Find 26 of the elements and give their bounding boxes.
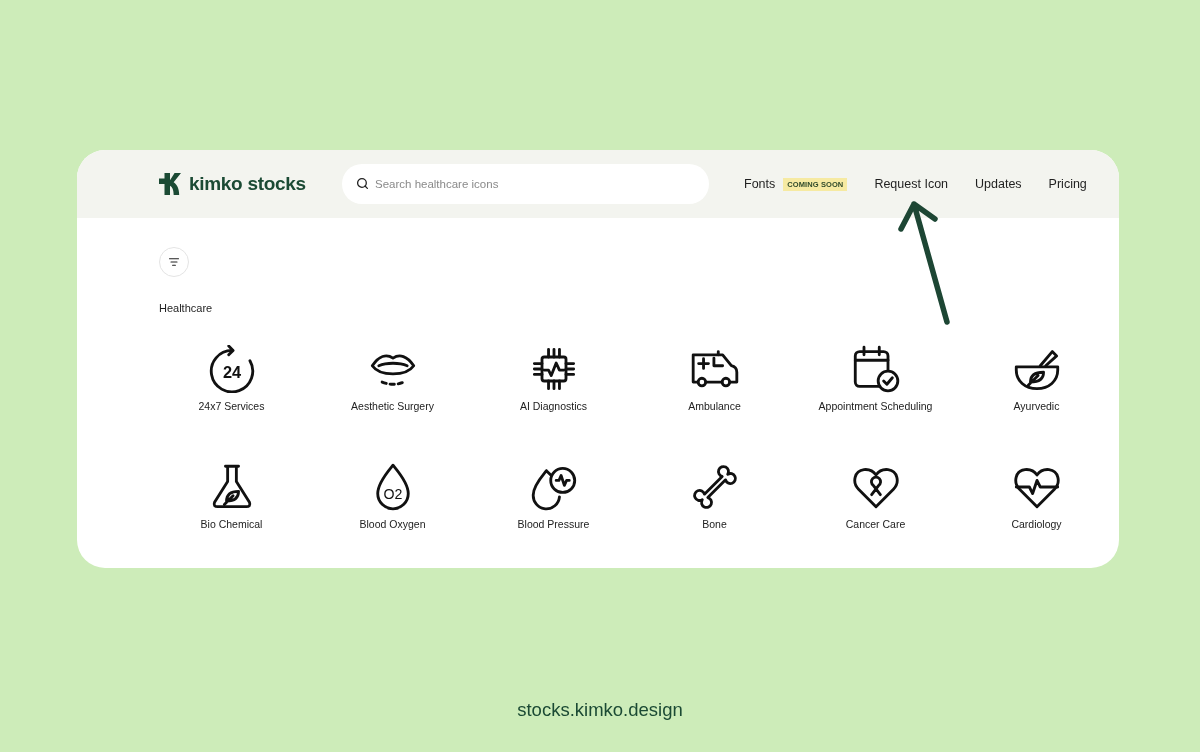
icon-label: Aesthetic Surgery [351, 399, 434, 413]
nav-link[interactable]: Pricing [1048, 177, 1087, 191]
icon-label: Bone [702, 517, 727, 531]
calendar-check-icon[interactable] [851, 345, 900, 393]
icon-label: Ayurvedic [1013, 399, 1060, 413]
search-field[interactable]: Search healthcare icons [342, 164, 709, 204]
logo-icon [159, 173, 181, 195]
icon-label: Appointment Scheduling [818, 399, 933, 413]
site-url: stocks.kimko.design [517, 699, 683, 721]
nav-link[interactable]: Updates [975, 177, 1022, 191]
icon-label: Blood Pressure [517, 517, 590, 531]
filter-icon [169, 258, 179, 266]
bone-icon[interactable] [690, 463, 739, 511]
search-icon [356, 177, 369, 190]
icon-label: Blood Oxygen [359, 517, 426, 531]
nav-link[interactable]: Fonts [744, 177, 776, 191]
section-title: Healthcare [159, 301, 213, 315]
nav-link[interactable]: Request Icon [874, 177, 949, 191]
brand-name: kimko stocks [189, 173, 306, 195]
icon-label: Ambulance [688, 399, 741, 413]
icon-label: Cancer Care [845, 517, 906, 531]
filter-button[interactable] [159, 247, 189, 277]
icon-label: 24x7 Services [198, 399, 265, 413]
icon-label: Cardiology [1011, 517, 1062, 531]
icon-label: Bio Chemical [200, 517, 263, 531]
icon-label: AI Diagnostics [519, 399, 588, 413]
